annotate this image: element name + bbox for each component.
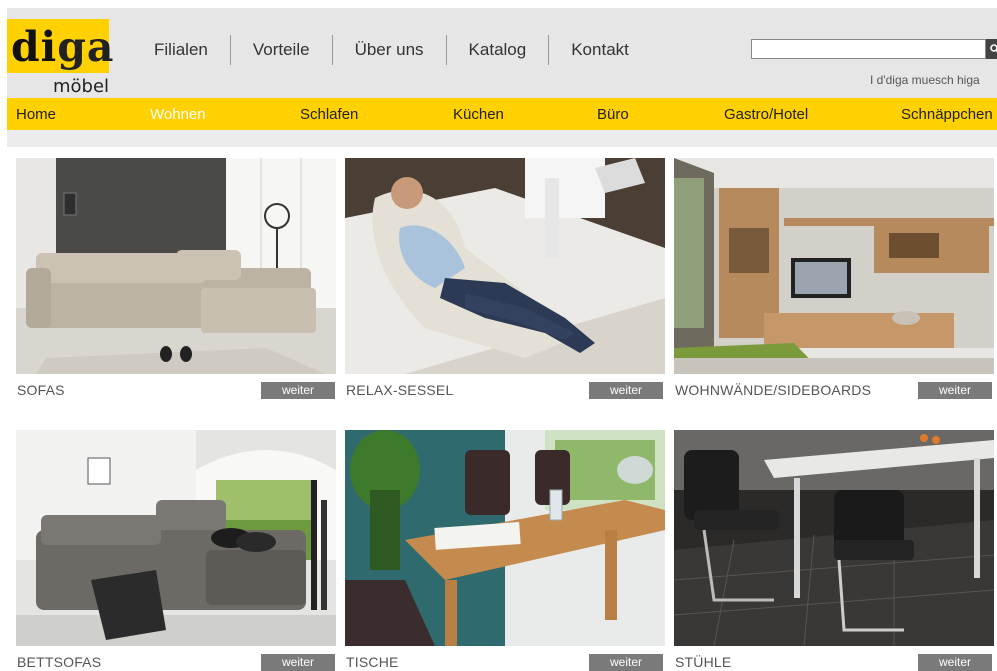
product-title: STÜHLE: [675, 654, 732, 670]
nav-wohnen[interactable]: Wohnen: [150, 98, 206, 130]
topnav-ueber-uns[interactable]: Über uns: [333, 36, 446, 64]
logo-wordmark: diga: [11, 23, 115, 71]
wohnwaende-image: [674, 158, 994, 374]
wohnwaende-photo[interactable]: [674, 158, 994, 374]
weiter-button[interactable]: weiter: [918, 382, 992, 399]
tische-image: [345, 430, 665, 646]
relax-sessel-image: [345, 158, 665, 374]
stuehle-photo[interactable]: [674, 430, 994, 646]
product-title: RELAX-SESSEL: [346, 382, 454, 398]
weiter-button[interactable]: weiter: [261, 382, 335, 399]
topnav-kontakt[interactable]: Kontakt: [549, 36, 651, 64]
weiter-button[interactable]: weiter: [261, 654, 335, 671]
nav-buero[interactable]: Büro: [597, 98, 629, 130]
nav-kuechen[interactable]: Küchen: [453, 98, 504, 130]
top-navigation: Filialen Vorteile Über uns Katalog Konta…: [132, 35, 651, 65]
bettsofa-photo[interactable]: [16, 430, 336, 646]
bettsofa-image: [16, 430, 336, 646]
weiter-button[interactable]: weiter: [589, 654, 663, 671]
sofa-photo[interactable]: [16, 158, 336, 374]
logo-subtitle: möbel: [53, 75, 110, 99]
product-title: SOFAS: [17, 382, 65, 398]
topnav-vorteile[interactable]: Vorteile: [231, 36, 332, 64]
nav-schnaeppchen[interactable]: Schnäppchen: [901, 98, 993, 130]
nav-gastro-hotel[interactable]: Gastro/Hotel: [724, 98, 808, 130]
sub-navigation-bar: [7, 130, 997, 147]
product-title: WOHNWÄNDE/SIDEBOARDS: [675, 382, 872, 398]
stuehle-image: [674, 430, 994, 646]
site-header: diga möbel Filialen Vorteile Über uns Ka…: [7, 8, 997, 99]
diga-logo[interactable]: diga möbel: [7, 19, 113, 99]
product-title: BETTSOFAS: [17, 654, 102, 670]
main-navigation: Home Wohnen Schlafen Küchen Büro Gastro/…: [7, 98, 997, 130]
search-icon: [990, 44, 997, 53]
relax-sessel-photo[interactable]: [345, 158, 665, 374]
topnav-filialen[interactable]: Filialen: [132, 36, 230, 64]
sofa-image: [16, 158, 336, 374]
weiter-button[interactable]: weiter: [589, 382, 663, 399]
nav-home[interactable]: Home: [16, 98, 56, 130]
topnav-katalog[interactable]: Katalog: [447, 36, 549, 64]
nav-schlafen[interactable]: Schlafen: [300, 98, 358, 130]
search-button[interactable]: [986, 39, 997, 59]
search-input[interactable]: [751, 39, 986, 59]
product-title: TISCHE: [346, 654, 399, 670]
weiter-button[interactable]: weiter: [918, 654, 992, 671]
tagline: I d'diga muesch higa: [870, 73, 980, 87]
tische-photo[interactable]: [345, 430, 665, 646]
